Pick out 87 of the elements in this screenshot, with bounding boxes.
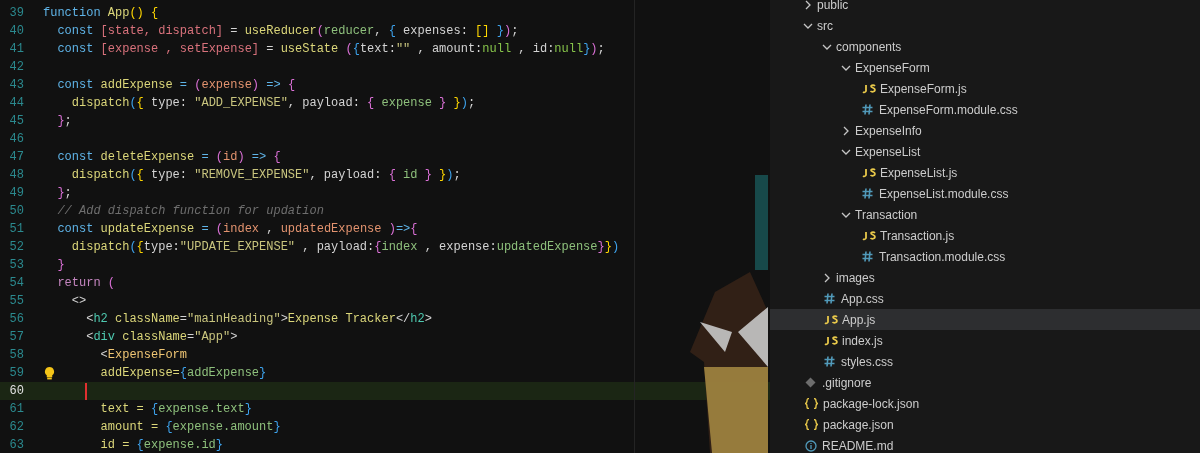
line-number: 62 (9, 419, 24, 436)
code-line: const addExpense = (expense) => { (57, 77, 296, 94)
file-item[interactable]: styles.css (770, 351, 1200, 372)
info-icon (805, 439, 817, 452)
code-line: const [expense , setExpense] = useState ({text:"" , amount:null , id:null}); (57, 41, 605, 58)
folder-item[interactable]: components (770, 36, 1200, 57)
folder-item[interactable]: src (770, 15, 1200, 36)
js-file-icon (862, 230, 876, 241)
code-line: id = {expense.id} (100, 437, 224, 453)
diamond-icon (805, 377, 816, 388)
lightbulb-icon[interactable] (44, 366, 55, 380)
line-number: 63 (9, 437, 24, 453)
file-item[interactable]: ExpenseForm.module.css (770, 99, 1200, 120)
line-number: 48 (9, 167, 24, 184)
code-line: }; (57, 185, 72, 202)
code-line: addExpense={addExpense} (100, 365, 267, 382)
code-line: dispatch({ type: "REMOVE_EXPENSE", payload: { id } }); (71, 167, 461, 184)
js-file-icon (824, 335, 838, 346)
file-item[interactable]: package-lock.json (770, 393, 1200, 414)
code-line: // Add dispatch function for updation (57, 203, 324, 220)
code-line: const updateExpense = (index , updatedExpense )=>{ (57, 221, 418, 238)
code-line: <ExpenseForm (100, 347, 187, 364)
code-line: function App() { (43, 5, 159, 22)
code-line: <h2 className="mainHeading">Expense Tracker</h2> (86, 311, 432, 328)
file-item[interactable]: Transaction.js (770, 225, 1200, 246)
line-number: 45 (9, 113, 24, 130)
code-line: const deleteExpense = (id) => { (57, 149, 281, 166)
line-number: 52 (9, 239, 24, 256)
line-number: 51 (9, 221, 24, 238)
line-number: 56 (9, 311, 24, 328)
folder-item[interactable]: Transaction (770, 204, 1200, 225)
line-number: 46 (9, 131, 24, 148)
line-number: 41 (9, 41, 24, 58)
file-item[interactable]: package.json (770, 414, 1200, 435)
file-item[interactable]: App.js (770, 309, 1200, 330)
line-number: 55 (9, 293, 24, 310)
line-number: 53 (9, 257, 24, 274)
line-number: 47 (9, 149, 24, 166)
js-file-icon (862, 83, 876, 94)
code-line: dispatch({type:"UPDATE_EXPENSE" , payload:{index , expense:updatedExpense}}) (71, 239, 620, 256)
line-number: 57 (9, 329, 24, 346)
hash-icon (862, 104, 873, 115)
code-line: text = {expense.text} (100, 401, 252, 418)
file-item[interactable]: App.css (770, 288, 1200, 309)
folder-item[interactable]: ExpenseForm (770, 57, 1200, 78)
braces-icon (805, 398, 818, 409)
line-number: 60 (9, 383, 24, 400)
hash-icon (824, 293, 835, 304)
folder-item[interactable]: ExpenseList (770, 141, 1200, 162)
file-item[interactable]: README.md (770, 435, 1200, 453)
js-file-icon (824, 314, 838, 325)
code-line: amount = {expense.amount} (100, 419, 281, 436)
line-number: 50 (9, 203, 24, 220)
file-item[interactable]: ExpenseForm.js (770, 78, 1200, 99)
code-line: <> (71, 293, 87, 310)
line-number: 40 (9, 23, 24, 40)
folder-item[interactable]: images (770, 267, 1200, 288)
line-number: 49 (9, 185, 24, 202)
code-line: dispatch({ type: "ADD_EXPENSE", payload: { expense } }); (71, 95, 476, 112)
code-line: const [state, dispatch] = useReducer(reducer, { expenses: [] }); (57, 23, 519, 40)
line-number: 44 (9, 95, 24, 112)
code-line: }; (57, 113, 72, 130)
folder-item[interactable]: public (770, 0, 1200, 15)
file-item[interactable]: index.js (770, 330, 1200, 351)
file-item[interactable]: .gitignore (770, 372, 1200, 393)
folder-item[interactable]: ExpenseInfo (770, 120, 1200, 141)
line-number: 61 (9, 401, 24, 418)
line-number: 58 (9, 347, 24, 364)
file-item[interactable]: ExpenseList.js (770, 162, 1200, 183)
text-cursor (85, 382, 87, 400)
braces-icon (805, 419, 818, 430)
hash-icon (862, 188, 873, 199)
hash-icon (824, 356, 835, 367)
code-line: return ( (57, 275, 115, 292)
file-item[interactable]: ExpenseList.module.css (770, 183, 1200, 204)
scrollbar[interactable] (755, 175, 768, 270)
file-item[interactable]: Transaction.module.css (770, 246, 1200, 267)
code-line: } (57, 257, 65, 274)
line-number: 59 (9, 365, 24, 382)
code-editor[interactable] (0, 0, 770, 453)
line-number: 43 (9, 77, 24, 94)
js-file-icon (862, 167, 876, 178)
hash-icon (862, 251, 873, 262)
line-number: 42 (9, 59, 24, 76)
line-number: 54 (9, 275, 24, 292)
line-number: 39 (9, 5, 24, 22)
code-line: <div className="App"> (86, 329, 238, 346)
